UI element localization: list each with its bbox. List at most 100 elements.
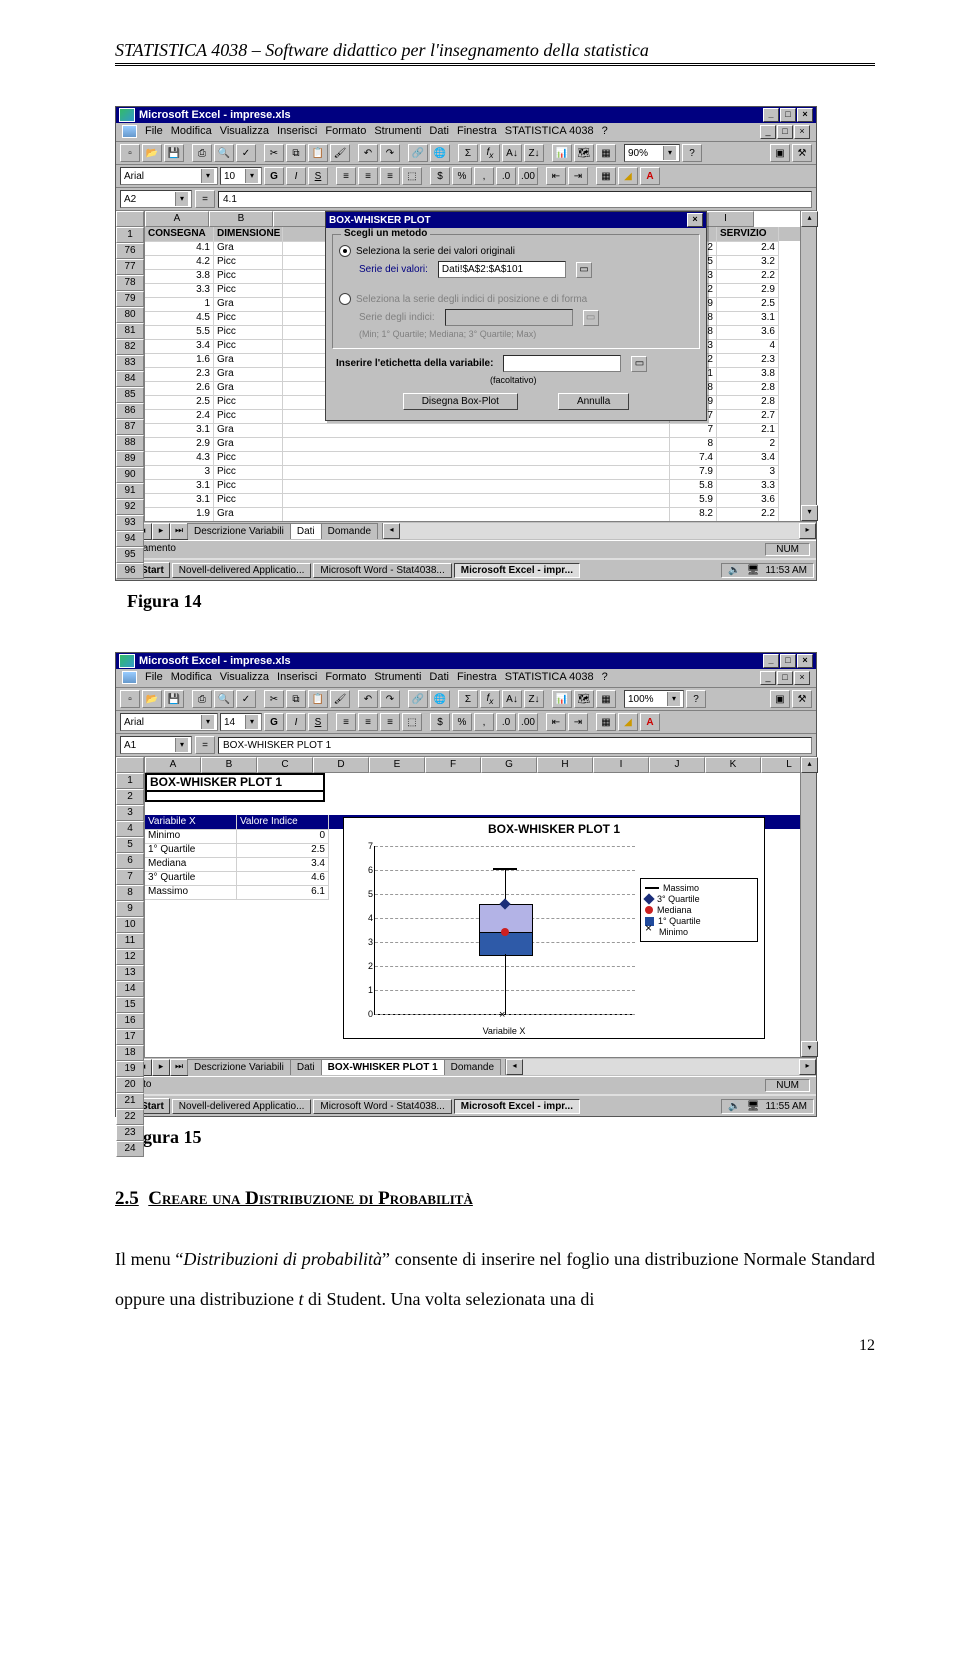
copy-icon[interactable]: ⧉ [286, 144, 306, 162]
cell[interactable]: 1.6 [145, 353, 214, 368]
cell[interactable]: Gra [214, 353, 283, 368]
col-header[interactable]: G [481, 757, 537, 773]
cell[interactable]: Gra [214, 507, 283, 521]
row-header[interactable]: 86 [116, 403, 144, 419]
sort-asc-icon[interactable]: A↓ [502, 144, 522, 162]
table-row[interactable]: 3.1Picc5.93.6 [145, 493, 800, 507]
tool-b-icon[interactable]: ⚒ [792, 144, 812, 162]
open-icon[interactable]: 📂 [142, 144, 162, 162]
maximize-button[interactable]: □ [780, 108, 796, 122]
close-button[interactable]: × [797, 108, 813, 122]
tab-boxplot[interactable]: BOX-WHISKER PLOT 1 [321, 1059, 445, 1075]
cell[interactable]: 3.3 [717, 479, 779, 494]
menu-data[interactable]: Dati [429, 125, 449, 139]
cell[interactable]: 3.6 [717, 325, 779, 340]
cell[interactable]: 5.8 [670, 479, 717, 494]
cell[interactable]: Gra [214, 297, 283, 312]
row-header[interactable]: 9 [116, 901, 144, 917]
menu-statistica[interactable]: STATISTICA 4038 [505, 671, 594, 685]
minimize-button[interactable]: _ [763, 108, 779, 122]
formula-input[interactable]: BOX-WHISKER PLOT 1 [218, 737, 812, 754]
font-combo[interactable]: Arial▾ [120, 713, 218, 731]
row-header[interactable]: 77 [116, 259, 144, 275]
menu-window[interactable]: Finestra [457, 125, 497, 139]
row-header[interactable]: 12 [116, 949, 144, 965]
system-tray[interactable]: 🔊 🖥 11:53 AM [721, 563, 814, 578]
sort-desc-icon[interactable]: Z↓ [524, 144, 544, 162]
col-header[interactable]: B [209, 211, 273, 227]
paste-icon[interactable]: 📋 [308, 690, 328, 708]
tab-nav-last[interactable]: ⏭ [170, 1059, 188, 1076]
row-header[interactable]: 19 [116, 1061, 144, 1077]
link-icon[interactable]: 🔗 [408, 690, 428, 708]
cell[interactable]: Picc [214, 409, 283, 424]
fill-icon[interactable]: ◢ [618, 167, 638, 185]
align-right-icon[interactable]: ≡ [380, 713, 400, 731]
cell[interactable]: 7.4 [670, 451, 717, 466]
boxplot-chart[interactable]: BOX-WHISKER PLOT 1 01234567 [343, 817, 765, 1039]
row-header[interactable]: 6 [116, 853, 144, 869]
cell[interactable]: 3.4 [717, 451, 779, 466]
tray-icon2[interactable]: 🖥 [747, 565, 760, 576]
font-combo[interactable]: Arial▾ [120, 167, 218, 185]
cell[interactable]: Gra [214, 381, 283, 396]
bold-icon[interactable]: G [264, 713, 284, 731]
cell[interactable]: 5.5 [145, 325, 214, 340]
cell[interactable]: 3.1 [717, 311, 779, 326]
open-icon[interactable]: 📂 [142, 690, 162, 708]
cell[interactable]: 2.5 [717, 297, 779, 312]
row-header[interactable]: 93 [116, 515, 144, 531]
col-header[interactable]: I [593, 757, 649, 773]
pivot-icon[interactable]: ▦ [596, 690, 616, 708]
row-header[interactable]: 92 [116, 499, 144, 515]
cell[interactable]: Gra [214, 367, 283, 382]
cell[interactable]: 7 [670, 423, 717, 438]
cell[interactable]: 2.7 [717, 409, 779, 424]
cell[interactable]: 4.6 [237, 871, 329, 886]
preview-icon[interactable]: 🔍 [214, 144, 234, 162]
row-header[interactable]: 23 [116, 1125, 144, 1141]
redo-icon[interactable]: ↷ [380, 690, 400, 708]
cut-icon[interactable]: ✂ [264, 690, 284, 708]
cell[interactable]: 3.1 [145, 423, 214, 438]
menu-window[interactable]: Finestra [457, 671, 497, 685]
cancel-button[interactable]: Annulla [558, 393, 629, 410]
etichetta-input[interactable] [503, 355, 621, 372]
sum-icon[interactable]: Σ [458, 144, 478, 162]
cell[interactable]: Gra [214, 437, 283, 452]
chart-icon[interactable]: 📊 [552, 144, 572, 162]
tab-dati[interactable]: Dati [290, 523, 322, 539]
cell[interactable]: Picc [214, 269, 283, 284]
cell[interactable]: 3° Quartile [145, 871, 237, 886]
cell[interactable]: 0 [237, 829, 329, 844]
cell[interactable]: Picc [214, 493, 283, 508]
cell[interactable]: Picc [214, 311, 283, 326]
col-header[interactable]: D [313, 757, 369, 773]
align-right-icon[interactable]: ≡ [380, 167, 400, 185]
tab-domande[interactable]: Domande [444, 1059, 501, 1075]
cell[interactable] [283, 451, 670, 466]
row-header[interactable]: 21 [116, 1093, 144, 1109]
name-box[interactable]: A1▾ [120, 736, 192, 754]
horizontal-scrollbar[interactable]: ◂▸ [505, 1059, 816, 1075]
cell[interactable]: 7.9 [670, 465, 717, 480]
cell[interactable]: 2.8 [717, 395, 779, 410]
row-header[interactable]: 95 [116, 547, 144, 563]
print-icon[interactable]: ⎙ [192, 144, 212, 162]
menu-insert[interactable]: Inserisci [277, 671, 317, 685]
dec-dec-icon[interactable]: .00 [518, 167, 538, 185]
row-header[interactable]: 4 [116, 821, 144, 837]
inc-dec-icon[interactable]: .0 [496, 713, 516, 731]
taskbar-item-1[interactable]: Microsoft Word - Stat4038... [313, 563, 451, 578]
cell[interactable]: 3.4 [237, 857, 329, 872]
save-icon[interactable]: 💾 [164, 144, 184, 162]
web-icon[interactable]: 🌐 [430, 144, 450, 162]
cell[interactable]: 5.9 [670, 493, 717, 508]
merge-icon[interactable]: ⬚ [402, 167, 422, 185]
col-header[interactable]: H [537, 757, 593, 773]
cell[interactable]: 2.5 [145, 395, 214, 410]
row-header[interactable]: 78 [116, 275, 144, 291]
cell[interactable]: 4 [717, 339, 779, 354]
menu-tools[interactable]: Strumenti [374, 671, 421, 685]
cell[interactable]: 2.3 [145, 367, 214, 382]
